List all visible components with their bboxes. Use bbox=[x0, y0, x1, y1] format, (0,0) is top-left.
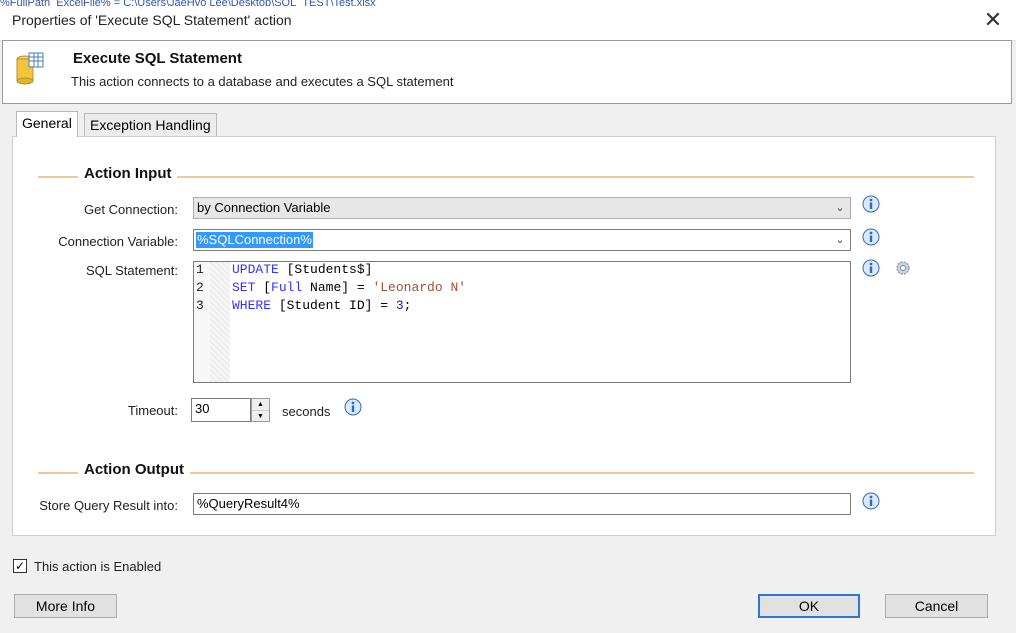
tab-general[interactable]: General bbox=[16, 111, 78, 137]
more-info-button[interactable]: More Info bbox=[14, 594, 117, 618]
timeout-stepper[interactable]: ▲ ▼ bbox=[251, 398, 270, 422]
stepper-up-icon[interactable]: ▲ bbox=[252, 399, 269, 411]
code-line: WHERE [Student ID] = 3; bbox=[232, 298, 412, 313]
timeout-label: Timeout: bbox=[127, 403, 178, 418]
close-button[interactable]: ✕ bbox=[978, 6, 1008, 34]
section-divider bbox=[38, 176, 974, 178]
chevron-down-icon: ⌄ bbox=[835, 202, 845, 214]
database-table-icon bbox=[16, 52, 44, 85]
line-number: 2 bbox=[196, 280, 204, 295]
sql-statement-label: SQL Statement: bbox=[85, 263, 178, 278]
code-line: UPDATE [Students$] bbox=[232, 262, 373, 277]
action-description: This action connects to a database and e… bbox=[71, 74, 454, 89]
gear-icon[interactable] bbox=[894, 259, 912, 277]
sql-statement-editor[interactable]: 1 2 3 UPDATE [Students$] SET [Full Name]… bbox=[193, 261, 851, 383]
tab-exception-handling[interactable]: Exception Handling bbox=[84, 113, 217, 137]
action-header: Execute SQL Statement This action connec… bbox=[2, 40, 1012, 104]
action-title: Execute SQL Statement bbox=[73, 50, 242, 67]
background-window-strip: %FullPath_ExcelFile% = C:\Users\JaeHyo L… bbox=[0, 0, 376, 6]
info-icon[interactable] bbox=[344, 398, 362, 416]
title-bar: %FullPath_ExcelFile% = C:\Users\JaeHyo L… bbox=[0, 0, 1016, 41]
get-connection-label: Get Connection: bbox=[84, 202, 178, 217]
line-number: 1 bbox=[196, 262, 204, 277]
store-query-result-input[interactable]: %QueryResult4% bbox=[193, 493, 851, 515]
info-icon[interactable] bbox=[862, 228, 880, 246]
get-connection-value: by Connection Variable bbox=[197, 200, 331, 215]
connection-variable-value: %SQLConnection% bbox=[196, 232, 313, 248]
stepper-down-icon[interactable]: ▼ bbox=[252, 411, 269, 422]
connection-variable-input[interactable]: %SQLConnection% ⌄ bbox=[193, 229, 851, 251]
enabled-checkbox[interactable]: ✓ bbox=[13, 559, 27, 573]
connection-variable-label: Connection Variable: bbox=[58, 234, 178, 249]
chevron-down-icon: ⌄ bbox=[835, 234, 845, 246]
line-number: 3 bbox=[196, 298, 204, 313]
timeout-unit: seconds bbox=[282, 404, 331, 419]
window-title: Properties of 'Execute SQL Statement' ac… bbox=[12, 12, 292, 28]
store-query-result-label: Store Query Result into: bbox=[39, 498, 178, 513]
info-icon[interactable] bbox=[862, 195, 880, 213]
code-line: SET [Full Name] = 'Leonardo N' bbox=[232, 280, 467, 295]
enabled-checkbox-label: This action is Enabled bbox=[34, 559, 162, 574]
get-connection-dropdown[interactable]: by Connection Variable ⌄ bbox=[193, 197, 851, 219]
section-title-action-input: Action Input bbox=[78, 165, 178, 182]
info-icon[interactable] bbox=[862, 259, 880, 277]
info-icon[interactable] bbox=[862, 492, 880, 510]
cancel-button[interactable]: Cancel bbox=[885, 594, 988, 618]
section-title-action-output: Action Output bbox=[78, 461, 190, 478]
ok-button[interactable]: OK bbox=[758, 594, 860, 618]
timeout-input[interactable]: 30 bbox=[191, 398, 251, 422]
